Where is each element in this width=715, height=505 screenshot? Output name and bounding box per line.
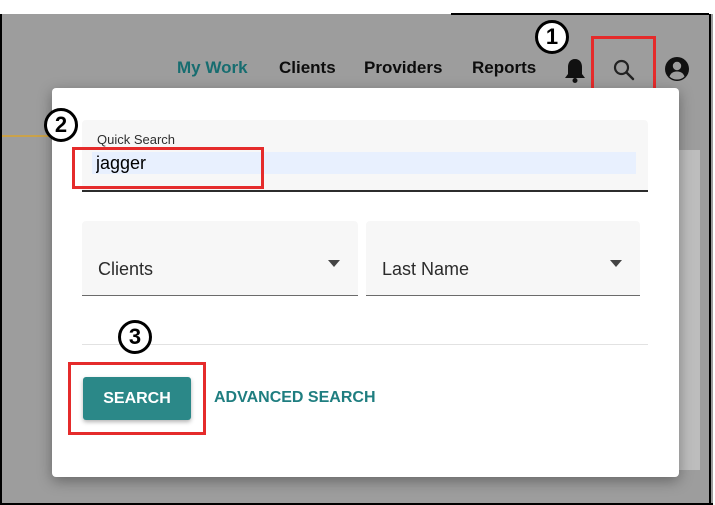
step-2-marker: 2 <box>44 108 78 142</box>
field-select-value: Last Name <box>382 259 470 279</box>
chevron-down-icon <box>610 254 622 272</box>
callout-search-input <box>72 147 264 189</box>
chevron-down-icon <box>328 254 340 272</box>
advanced-search-link[interactable]: ADVANCED SEARCH <box>214 389 376 407</box>
category-select-value: Clients <box>98 259 154 279</box>
nav-providers[interactable]: Providers <box>364 58 442 78</box>
step-1-marker: 1 <box>535 20 569 54</box>
panel-divider <box>82 344 648 345</box>
category-select[interactable]: Clients <box>82 221 358 296</box>
right-border-line <box>709 14 711 503</box>
step-3-marker: 3 <box>118 320 152 354</box>
field-select[interactable]: Last Name <box>366 221 640 296</box>
nav-clients[interactable]: Clients <box>279 58 336 78</box>
callout-search-button <box>68 362 206 435</box>
top-border-line <box>451 13 709 15</box>
bell-icon[interactable] <box>564 57 586 88</box>
nav-reports[interactable]: Reports <box>472 58 536 78</box>
quick-search-label: Quick Search <box>97 132 176 147</box>
top-margin <box>0 0 715 14</box>
account-circle-icon[interactable] <box>664 56 690 87</box>
nav-my-work[interactable]: My Work <box>177 58 248 78</box>
